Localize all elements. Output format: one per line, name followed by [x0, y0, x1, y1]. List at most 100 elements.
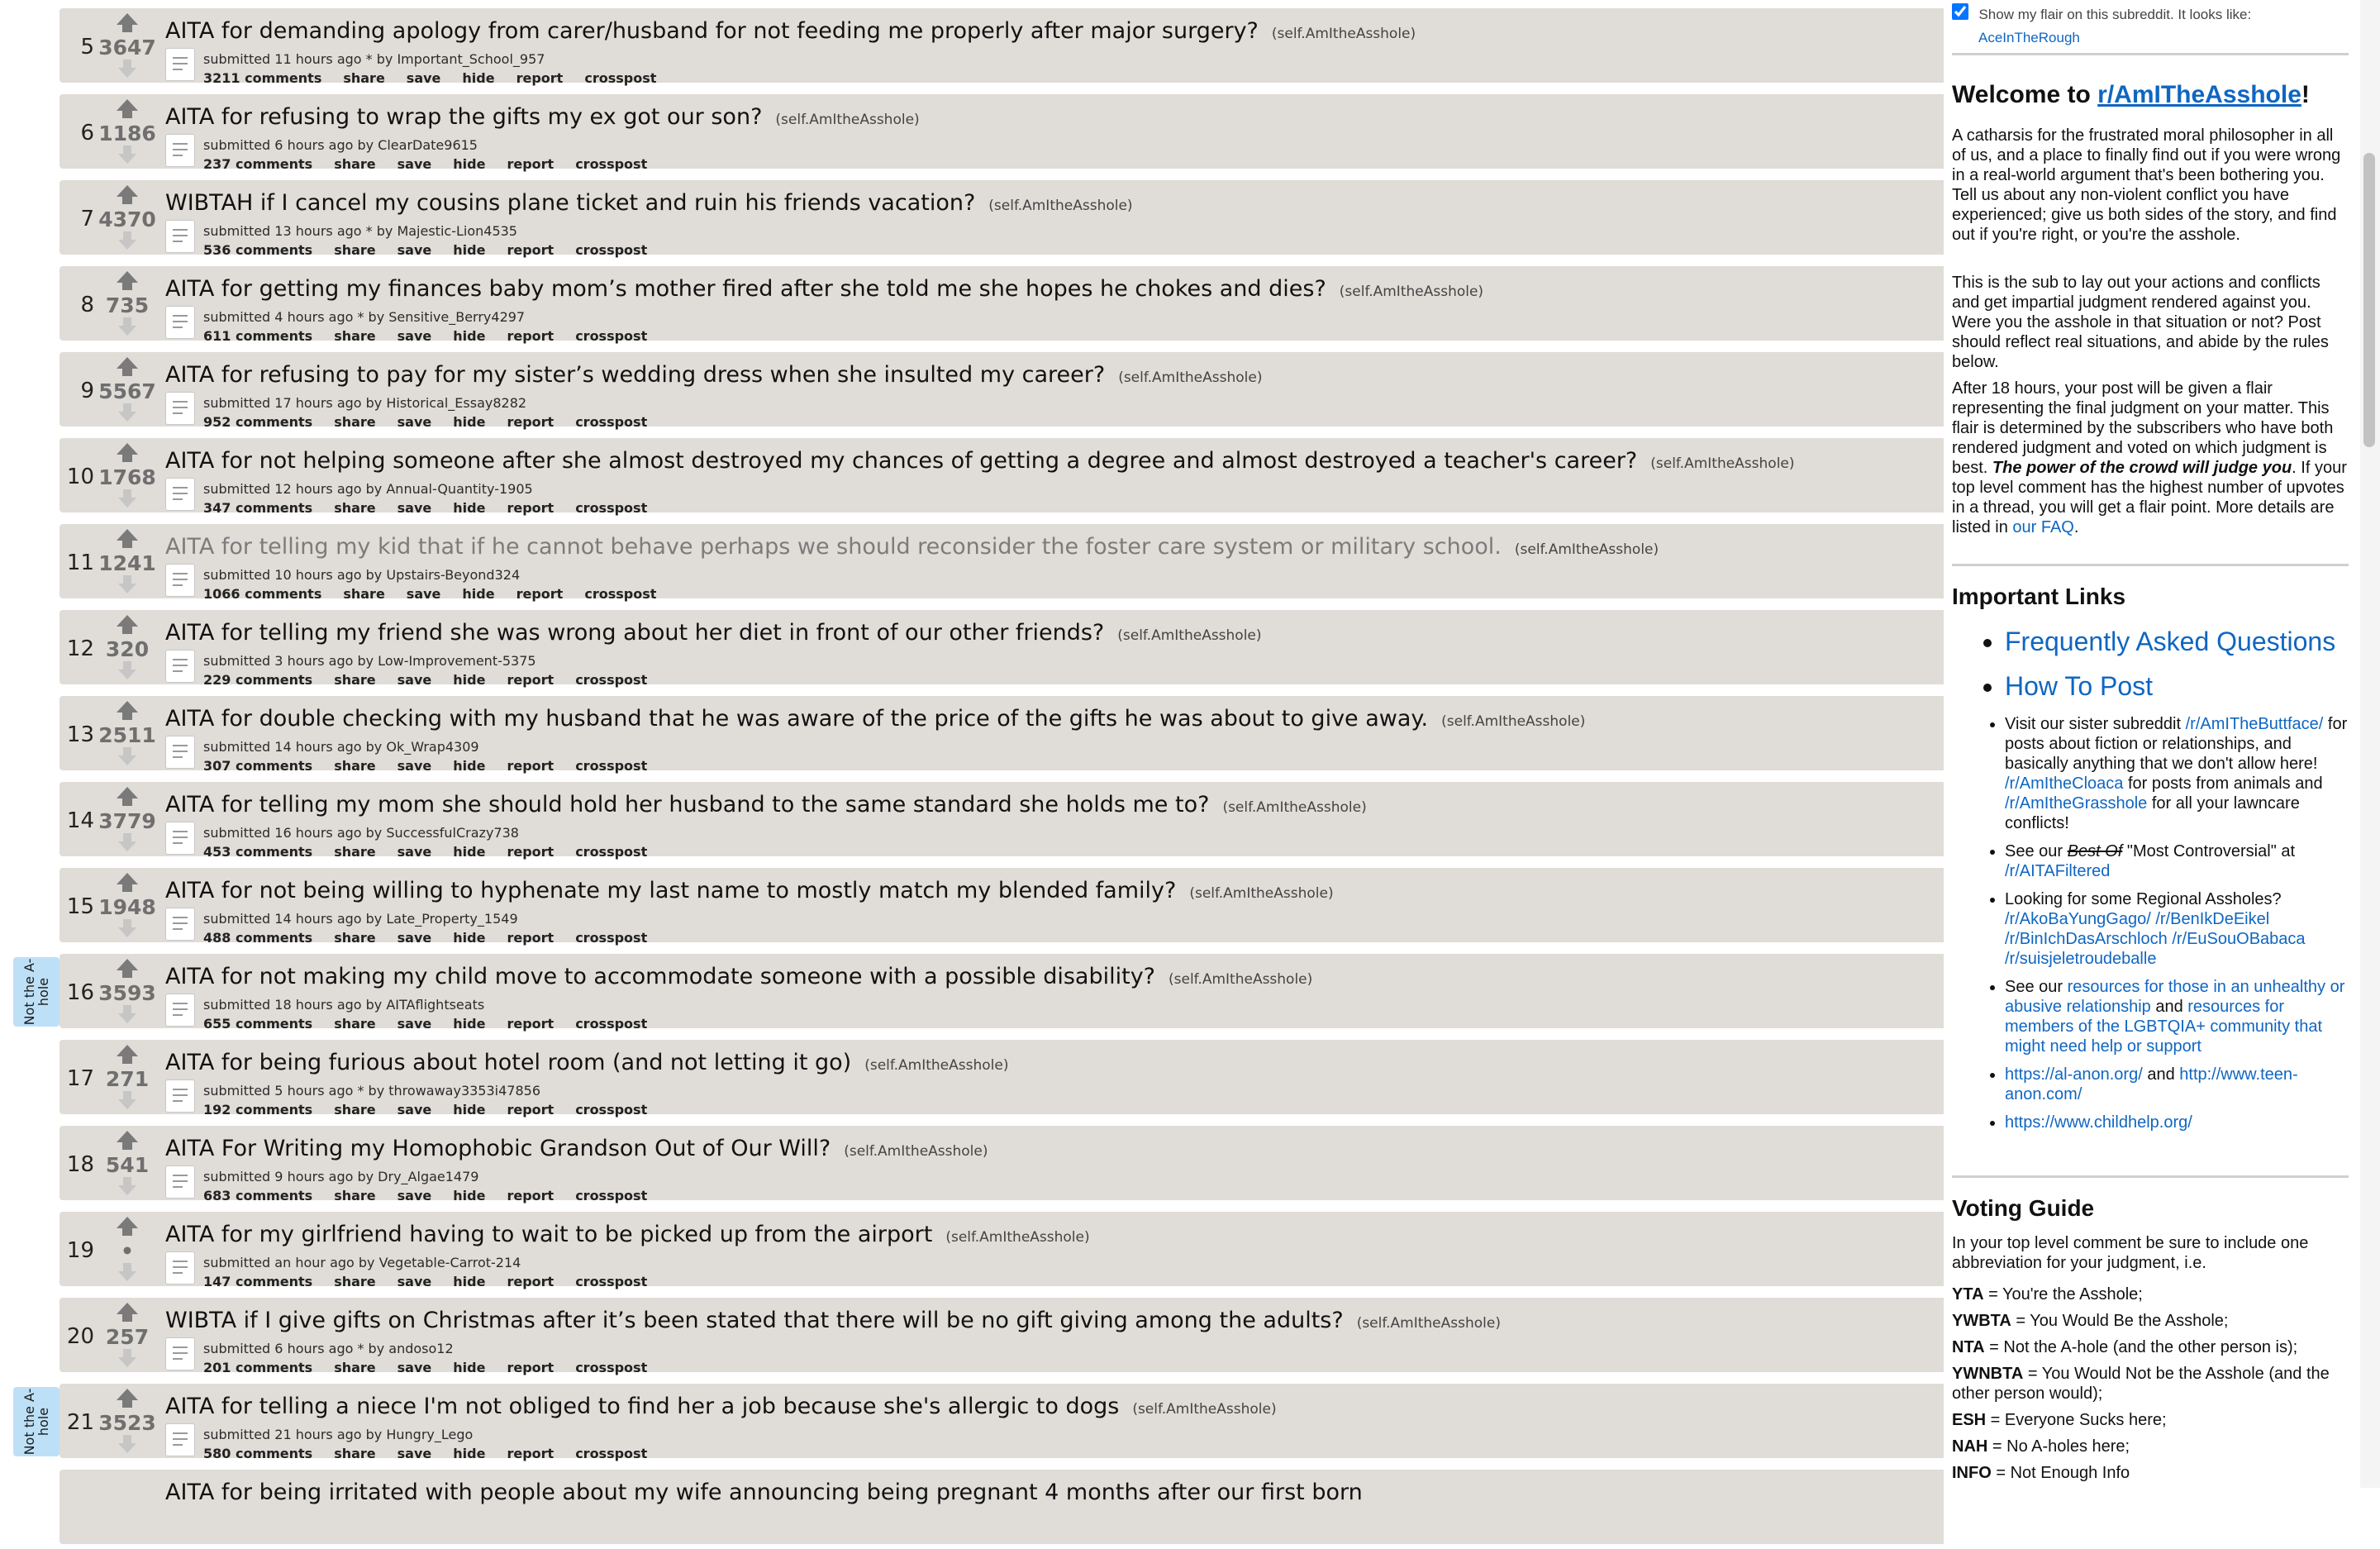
save-button[interactable]: save — [397, 844, 432, 860]
post-domain[interactable]: (self.AmItheAsshole) — [1340, 284, 1483, 300]
post-title[interactable]: AITA For Writing my Homophobic Grandson … — [165, 1136, 988, 1161]
post-domain[interactable]: (self.AmItheAsshole) — [1189, 885, 1333, 902]
share-button[interactable]: share — [334, 1188, 375, 1203]
faq-link[interactable]: Frequently Asked Questions — [2005, 627, 2335, 656]
faq-inline-link[interactable]: our FAQ — [2012, 518, 2073, 536]
comments-link[interactable]: 147 comments — [203, 1274, 312, 1289]
self-post-thumbnail-icon[interactable] — [165, 306, 195, 339]
share-button[interactable]: share — [334, 1016, 375, 1032]
self-post-thumbnail-icon[interactable] — [165, 392, 195, 425]
upvote-arrow-icon[interactable] — [117, 1217, 138, 1236]
share-button[interactable]: share — [343, 70, 384, 86]
report-button[interactable]: report — [507, 1274, 554, 1289]
comments-link[interactable]: 237 comments — [203, 156, 312, 172]
report-button[interactable]: report — [507, 242, 554, 258]
report-button[interactable]: report — [507, 156, 554, 172]
downvote-arrow-icon[interactable] — [118, 489, 136, 508]
share-button[interactable]: share — [334, 500, 375, 516]
post-domain[interactable]: (self.AmItheAsshole) — [1515, 541, 1659, 558]
save-button[interactable]: save — [397, 242, 432, 258]
downvote-arrow-icon[interactable] — [118, 60, 136, 78]
report-button[interactable]: report — [516, 70, 564, 86]
hide-button[interactable]: hide — [453, 672, 485, 688]
save-button[interactable]: save — [407, 70, 441, 86]
regional-link[interactable]: /r/EuSouOBabaca — [2172, 930, 2305, 948]
self-post-thumbnail-icon[interactable] — [165, 1337, 195, 1370]
downvote-arrow-icon[interactable] — [118, 661, 136, 679]
upvote-arrow-icon[interactable] — [117, 99, 138, 118]
self-post-thumbnail-icon[interactable] — [165, 1251, 195, 1284]
comments-link[interactable]: 655 comments — [203, 1016, 312, 1032]
upvote-arrow-icon[interactable] — [117, 873, 138, 892]
comments-link[interactable]: 192 comments — [203, 1102, 312, 1118]
report-button[interactable]: report — [507, 414, 554, 430]
post-title-text[interactable]: AITA for being irritated with people abo… — [165, 1480, 1363, 1505]
hide-button[interactable]: hide — [453, 1188, 485, 1203]
save-button[interactable]: save — [397, 1188, 432, 1203]
upvote-arrow-icon[interactable] — [117, 959, 138, 978]
crosspost-button[interactable]: crosspost — [575, 930, 647, 946]
report-button[interactable]: report — [507, 758, 554, 774]
save-button[interactable]: save — [397, 758, 432, 774]
flair-preview[interactable]: AceInTheRough — [1978, 30, 2080, 46]
save-button[interactable]: save — [407, 586, 441, 602]
crosspost-button[interactable]: crosspost — [575, 758, 647, 774]
share-button[interactable]: share — [334, 1360, 375, 1375]
post-title[interactable]: AITA for my girlfriend having to wait to… — [165, 1222, 1090, 1247]
hide-button[interactable]: hide — [462, 586, 494, 602]
regional-link[interactable]: /r/AkoBaYungGago/ — [2005, 910, 2151, 928]
post-title-text[interactable]: AITA for my girlfriend having to wait to… — [165, 1222, 932, 1247]
post-title-text[interactable]: AITA for telling my friend she was wrong… — [165, 620, 1104, 646]
self-post-thumbnail-icon[interactable] — [165, 736, 195, 769]
upvote-arrow-icon[interactable] — [117, 1045, 138, 1064]
report-button[interactable]: report — [507, 844, 554, 860]
self-post-thumbnail-icon[interactable] — [165, 134, 195, 167]
self-post-thumbnail-icon[interactable] — [165, 564, 195, 597]
post-domain[interactable]: (self.AmItheAsshole) — [775, 112, 919, 128]
upvote-arrow-icon[interactable] — [117, 787, 138, 806]
post-title[interactable]: AITA for telling my kid that if he canno… — [165, 534, 1659, 560]
post-title[interactable]: AITA for being irritated with people abo… — [165, 1480, 1363, 1505]
regional-link[interactable]: /r/BenIkDeEikel — [2155, 910, 2269, 928]
report-button[interactable]: report — [507, 672, 554, 688]
post-domain[interactable]: (self.AmItheAsshole) — [1272, 26, 1416, 42]
how-to-post-link[interactable]: How To Post — [2005, 671, 2153, 701]
save-button[interactable]: save — [397, 672, 432, 688]
post-title-text[interactable]: AITA for telling my mom she should hold … — [165, 792, 1209, 817]
self-post-thumbnail-icon[interactable] — [165, 1080, 195, 1113]
share-button[interactable]: share — [334, 930, 375, 946]
post-title[interactable]: AITA for being furious about hotel room … — [165, 1050, 1008, 1075]
post-domain[interactable]: (self.AmItheAsshole) — [988, 198, 1132, 214]
comments-link[interactable]: 347 comments — [203, 500, 312, 516]
report-button[interactable]: report — [516, 586, 564, 602]
downvote-arrow-icon[interactable] — [118, 1091, 136, 1109]
post-title-text[interactable]: AITA for not making my child move to acc… — [165, 964, 1155, 989]
save-button[interactable]: save — [397, 1016, 432, 1032]
crosspost-button[interactable]: crosspost — [575, 500, 647, 516]
downvote-arrow-icon[interactable] — [118, 575, 136, 593]
post-title[interactable]: AITA for not helping someone after she a… — [165, 448, 1795, 474]
self-post-thumbnail-icon[interactable] — [165, 822, 195, 855]
post-domain[interactable]: (self.AmItheAsshole) — [945, 1229, 1089, 1246]
crosspost-button[interactable]: crosspost — [575, 156, 647, 172]
crosspost-button[interactable]: crosspost — [575, 328, 647, 344]
post-title[interactable]: AITA for refusing to pay for my sister’s… — [165, 362, 1262, 388]
post-title[interactable]: AITA for not being willing to hyphenate … — [165, 878, 1334, 903]
self-post-thumbnail-icon[interactable] — [165, 994, 195, 1027]
post-title[interactable]: AITA for getting my finances baby mom’s … — [165, 276, 1483, 302]
share-button[interactable]: share — [334, 414, 375, 430]
upvote-arrow-icon[interactable] — [117, 701, 138, 720]
post-title[interactable]: WIBTA if I give gifts on Christmas after… — [165, 1308, 1501, 1333]
crosspost-button[interactable]: crosspost — [575, 844, 647, 860]
downvote-arrow-icon[interactable] — [118, 1005, 136, 1023]
crosspost-button[interactable]: crosspost — [575, 414, 647, 430]
downvote-arrow-icon[interactable] — [118, 1349, 136, 1367]
comments-link[interactable]: 307 comments — [203, 758, 312, 774]
save-button[interactable]: save — [397, 156, 432, 172]
self-post-thumbnail-icon[interactable] — [165, 908, 195, 941]
comments-link[interactable]: 201 comments — [203, 1360, 312, 1375]
post-title-text[interactable]: AITA for getting my finances baby mom’s … — [165, 276, 1326, 302]
post-title[interactable]: AITA for telling my mom she should hold … — [165, 792, 1367, 817]
post-title-text[interactable]: AITA for not helping someone after she a… — [165, 448, 1637, 474]
upvote-arrow-icon[interactable] — [117, 615, 138, 634]
